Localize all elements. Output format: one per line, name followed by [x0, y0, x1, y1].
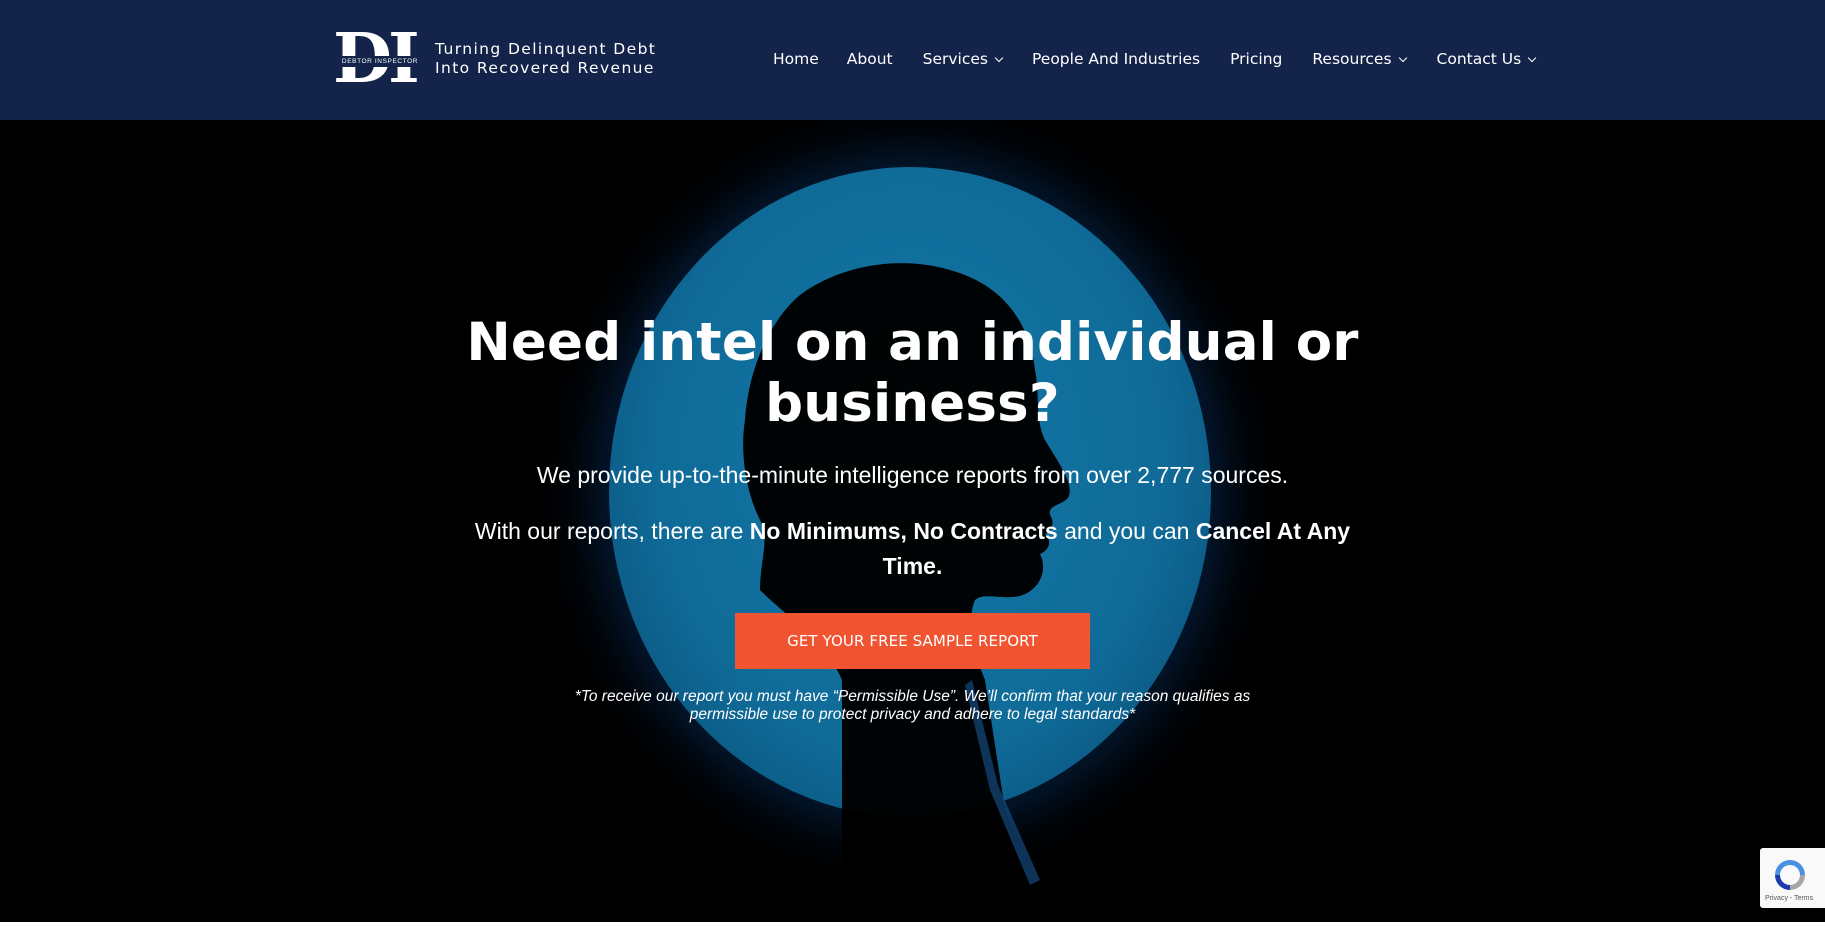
main-nav: Home About Services People And Industrie… [761, 0, 1537, 118]
permissible-use-disclaimer: *To receive our report you must have “Pe… [574, 688, 1251, 723]
nav-resources[interactable]: Resources [1312, 50, 1407, 68]
recaptcha-icon [1775, 860, 1805, 890]
hero-headline: Need intel on an individual or business? [466, 312, 1359, 434]
logo-mark: DI DEBTOR INSPECTOR [333, 21, 427, 97]
get-free-sample-report-button[interactable]: GET YOUR FREE SAMPLE REPORT [735, 613, 1090, 669]
nav-people-and-industries[interactable]: People And Industries [1032, 50, 1200, 68]
chevron-down-icon [1398, 53, 1407, 62]
hero-terms: With our reports, there are No Minimums,… [460, 514, 1365, 584]
terms-highlight-no-minimums: No Minimums, No Contracts [749, 518, 1058, 544]
tagline-line-2: Into Recovered Revenue [435, 59, 655, 77]
recaptcha-links[interactable]: Privacy - Terms [1765, 895, 1813, 902]
terms-middle: and you can [1057, 518, 1196, 544]
terms-prefix: With our reports, there are [474, 518, 750, 544]
nav-resources-label: Resources [1312, 50, 1392, 68]
chevron-down-icon [994, 53, 1004, 62]
site-logo[interactable]: DI DEBTOR INSPECTOR Turning Delinquent D… [333, 21, 673, 97]
logo-band-text: DEBTOR INSPECTOR [333, 56, 427, 67]
nav-about[interactable]: About [847, 50, 893, 68]
recaptcha-badge[interactable]: Privacy - Terms [1760, 848, 1825, 908]
nav-pricing[interactable]: Pricing [1230, 50, 1282, 68]
tagline-line-1: Turning Delinquent Debt [435, 40, 657, 58]
nav-services-label: Services [922, 50, 988, 68]
chevron-down-icon [1527, 53, 1537, 62]
nav-pricing-label: Pricing [1230, 50, 1283, 68]
site-header: DI DEBTOR INSPECTOR Turning Delinquent D… [0, 0, 1825, 120]
page-bottom-divider [0, 922, 1825, 926]
hero-subline: We provide up-to-the-minute intelligence… [536, 462, 1289, 488]
logo-tagline: Turning Delinquent Debt Into Recovered R… [435, 40, 656, 78]
nav-people-industries-label: People And Industries [1031, 50, 1201, 68]
nav-services[interactable]: Services [922, 50, 1004, 68]
nav-home-label: Home [773, 50, 819, 68]
nav-contact-label: Contact Us [1436, 50, 1522, 68]
hero-content: Need intel on an individual or business?… [0, 120, 1825, 926]
nav-home[interactable]: Home [773, 50, 819, 68]
nav-about-label: About [846, 50, 893, 68]
hero-section: Need intel on an individual or business?… [0, 120, 1825, 926]
nav-contact-us[interactable]: Contact Us [1436, 50, 1537, 68]
